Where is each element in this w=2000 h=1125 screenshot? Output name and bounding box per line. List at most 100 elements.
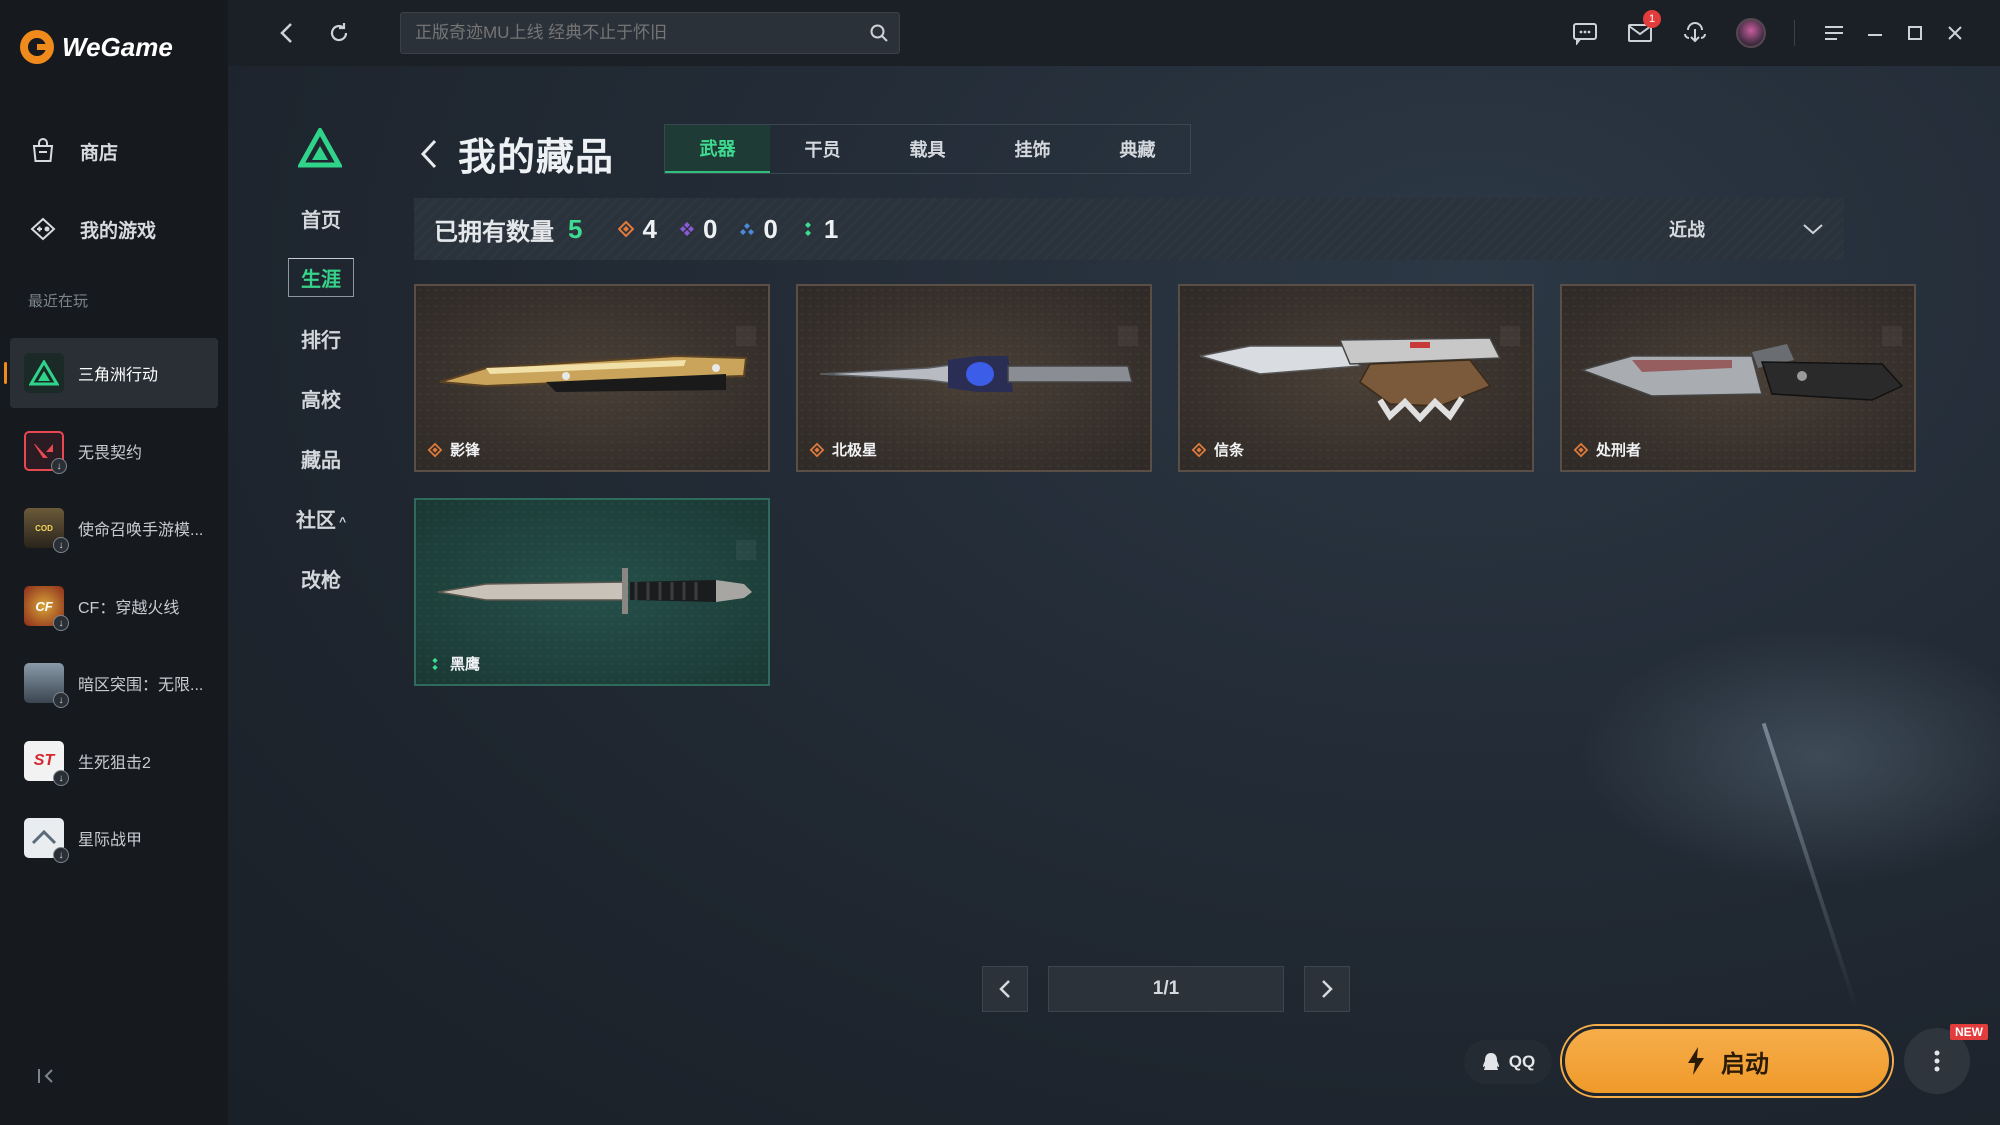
collection-item-card[interactable]: 北极星 [796, 284, 1152, 472]
download-icon: ↓ [53, 615, 69, 631]
filter-value: 近战 [1669, 220, 1705, 240]
crossfire-game-icon: CF ↓ [24, 586, 69, 631]
call-of-duty-game-icon: COD ↓ [24, 508, 69, 553]
game-nav-career[interactable]: 生涯 [278, 258, 364, 297]
tab-weapons[interactable]: 武器 [665, 125, 770, 173]
top-bar: 1 [228, 0, 2000, 66]
game-name: 三角洲行动 [78, 367, 159, 384]
close-icon[interactable] [1940, 18, 1970, 48]
mail-icon[interactable]: 1 [1625, 10, 1661, 48]
rarity-count-blue: 0 [739, 213, 778, 245]
collection-item-card[interactable]: 黑鹰 [414, 498, 770, 686]
menu-icon[interactable] [1819, 18, 1849, 48]
search-input[interactable] [415, 23, 855, 43]
game-nav-home[interactable]: 首页 [278, 204, 364, 233]
page-header: 我的藏品 [418, 126, 614, 181]
game-nav-campus[interactable]: 高校 [278, 384, 364, 413]
sidebar: WeGame 商店 我的游戏 最近在玩 三角洲行动 ↓ 无畏契约 COD ↓ 使… [0, 0, 228, 1125]
rarity-count: 0 [702, 213, 718, 244]
page-title: 我的藏品 [458, 137, 615, 179]
tab-vehicles[interactable]: 载具 [875, 125, 980, 173]
download-icon: ↓ [53, 692, 69, 708]
minimize-icon[interactable] [1860, 18, 1890, 48]
recent-game-warframe[interactable]: ↓ 星际战甲 [10, 803, 218, 873]
background-storm [1578, 626, 2000, 886]
download-manager-icon[interactable] [1680, 18, 1710, 48]
item-name: 信条 [1214, 442, 1245, 459]
next-page-button[interactable] [1304, 966, 1350, 1012]
orange-rarity-gem-icon [1192, 442, 1206, 457]
recent-game-sniper[interactable]: ST ↓ 生死狙击2 [10, 726, 218, 796]
shop-bag-icon [28, 136, 58, 166]
delta-force-logo-icon[interactable] [296, 125, 344, 168]
page-indicator: 1/1 [1048, 966, 1284, 1012]
tab-operators[interactable]: 干员 [770, 125, 875, 173]
collection-item-card[interactable]: 处刑者 [1560, 284, 1916, 472]
game-nav-community[interactable]: 社区 ^ [278, 504, 364, 533]
prev-page-button[interactable] [982, 966, 1028, 1012]
stats-bar: 已拥有数量 5 4 0 0 1 近战 [414, 198, 1844, 260]
rarity-count: 0 [763, 213, 778, 244]
game-nav-collection[interactable]: 藏品 [278, 444, 364, 473]
game-nav-gunsmith[interactable]: 改枪 [278, 564, 364, 593]
chevron-down-icon [1803, 224, 1823, 235]
orange-rarity-gem-icon [1574, 442, 1588, 457]
game-name: 使命召唤手游模... [78, 522, 204, 539]
lightning-bolt-icon [1688, 1047, 1704, 1075]
category-tabs: 武器 干员 载具 挂饰 典藏 [664, 124, 1191, 174]
arena-breakout-game-icon: ↓ [24, 663, 69, 708]
recent-game-codm[interactable]: COD ↓ 使命召唤手游模... [10, 493, 218, 563]
blue-rarity-gem-icon [740, 223, 755, 235]
tab-collections[interactable]: 典藏 [1085, 125, 1190, 173]
sniper-game-icon: ST ↓ [24, 741, 69, 786]
user-avatar[interactable] [1736, 18, 1766, 48]
rarity-count-green: 1 [800, 214, 838, 245]
gamepad-icon [28, 214, 58, 244]
chevron-up-icon: ^ [335, 514, 347, 529]
butterfly-knife-image [439, 354, 748, 392]
valorant-game-icon: ↓ [24, 431, 67, 474]
green-rarity-gem-icon [804, 222, 811, 236]
maximize-icon[interactable] [1900, 18, 1930, 48]
sidebar-item-my-games[interactable]: 我的游戏 [28, 214, 156, 244]
game-nav-ranking[interactable]: 排行 [278, 324, 364, 353]
qq-login-button[interactable]: QQ [1464, 1040, 1552, 1084]
refresh-icon[interactable] [324, 18, 354, 48]
mail-badge: 1 [1643, 10, 1661, 28]
sidebar-item-label: 商店 [80, 142, 119, 164]
sidebar-item-shop[interactable]: 商店 [28, 136, 118, 166]
back-nav-icon[interactable] [272, 18, 302, 48]
search-box[interactable] [400, 12, 900, 54]
item-label: 黑鹰 [428, 653, 480, 674]
orange-rarity-gem-icon [618, 221, 635, 237]
recent-game-arena-breakout[interactable]: ↓ 暗区突围：无限... [10, 648, 218, 718]
sidebar-item-label: 我的游戏 [80, 220, 157, 242]
pagination: 1/1 [982, 966, 1350, 1012]
download-icon: ↓ [53, 847, 69, 863]
collection-item-card[interactable]: 信条 [1178, 284, 1534, 472]
item-label: 影锋 [428, 439, 480, 460]
game-name: 无畏契约 [78, 445, 143, 462]
collection-item-card[interactable]: 影锋 [414, 284, 770, 472]
recent-played-title: 最近在玩 [28, 293, 89, 310]
dagger-image [819, 356, 1133, 392]
main-content: 首页 生涯 排行 高校 藏品 社区 ^ 改枪 我的藏品 武器 干员 载具 挂饰 … [228, 66, 2000, 1125]
rarity-count: 4 [642, 213, 657, 244]
recent-game-crossfire[interactable]: CF ↓ CF：穿越火线 [10, 571, 218, 641]
owned-label: 已拥有数量 [434, 218, 554, 246]
purple-rarity-gem-icon [679, 222, 694, 236]
wegame-brand[interactable]: WeGame [20, 30, 173, 64]
item-name: 影锋 [450, 442, 481, 459]
back-arrow-icon[interactable] [418, 134, 448, 174]
search-icon[interactable] [869, 23, 889, 43]
launch-game-button[interactable]: 启动 [1562, 1026, 1892, 1096]
tab-charms[interactable]: 挂饰 [980, 125, 1085, 173]
collapse-sidebar-icon[interactable] [36, 1066, 58, 1088]
chat-icon[interactable] [1570, 18, 1600, 48]
item-label: 处刑者 [1574, 439, 1641, 460]
recent-game-delta-force[interactable]: 三角洲行动 [4, 338, 218, 408]
recent-game-valorant[interactable]: ↓ 无畏契约 [10, 416, 218, 486]
weapon-type-filter[interactable]: 近战 [1649, 198, 1824, 260]
download-icon: ↓ [53, 770, 69, 786]
executioner-knife-image [1579, 344, 1904, 401]
